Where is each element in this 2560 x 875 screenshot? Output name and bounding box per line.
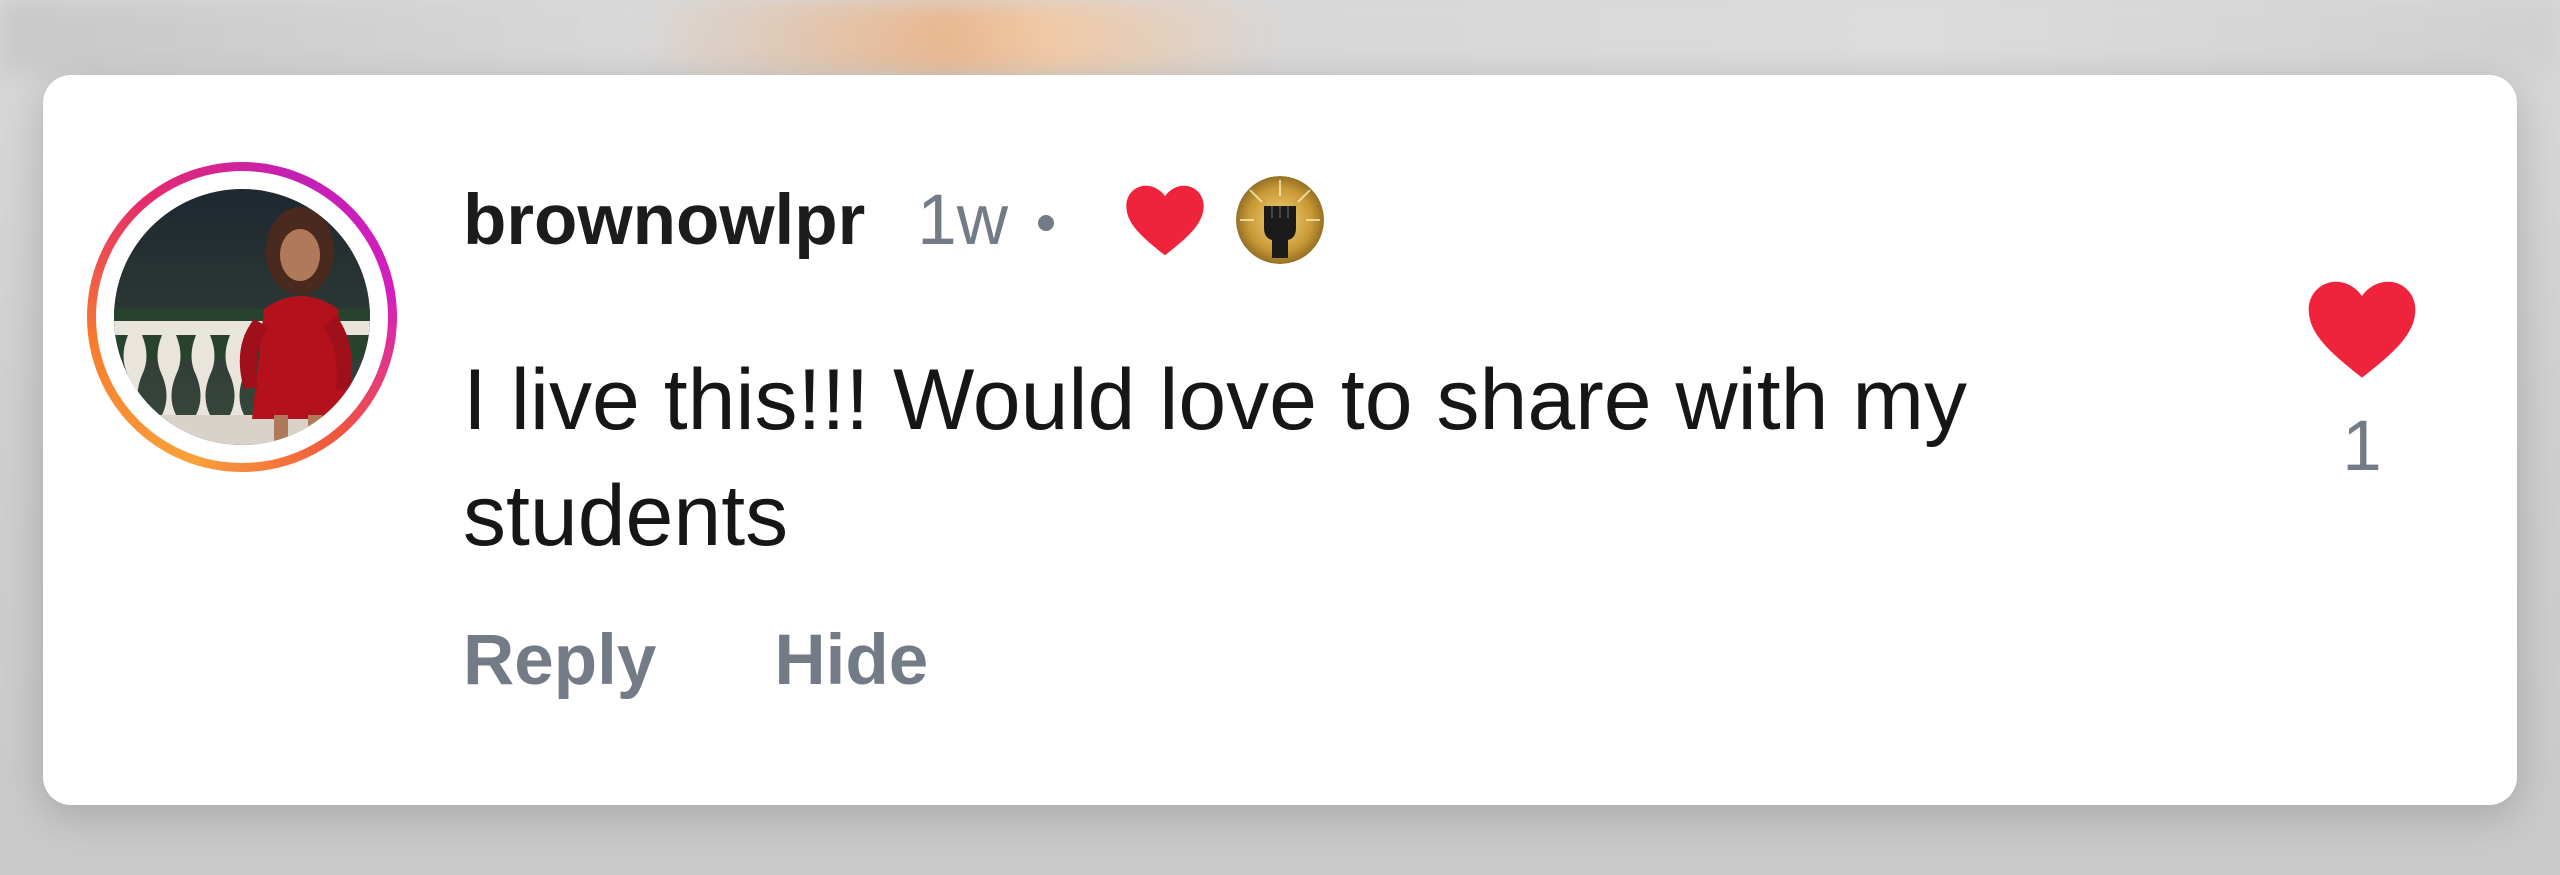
story-ring[interactable]: [87, 162, 397, 472]
like-count[interactable]: 1: [2342, 406, 2382, 487]
timestamp: 1w: [917, 180, 1009, 260]
comment-text: I live this!!! Would love to share with …: [463, 352, 1967, 564]
separator-dot: [1038, 215, 1055, 231]
avatar-photo: [114, 189, 370, 445]
comment-header: brownowlpr 1w: [463, 175, 1325, 265]
heart-icon: [1126, 185, 1204, 256]
reply-button[interactable]: Reply: [463, 620, 656, 701]
like-section: 1: [2296, 278, 2428, 487]
hide-button[interactable]: Hide: [774, 620, 928, 701]
blurred-background: [0, 0, 2560, 75]
like-heart-icon[interactable]: [2305, 278, 2419, 380]
comment-actions: Reply Hide: [463, 620, 928, 701]
fist-icon: [1236, 176, 1325, 264]
avatar[interactable]: [114, 189, 370, 445]
username[interactable]: brownowlpr: [463, 180, 865, 261]
